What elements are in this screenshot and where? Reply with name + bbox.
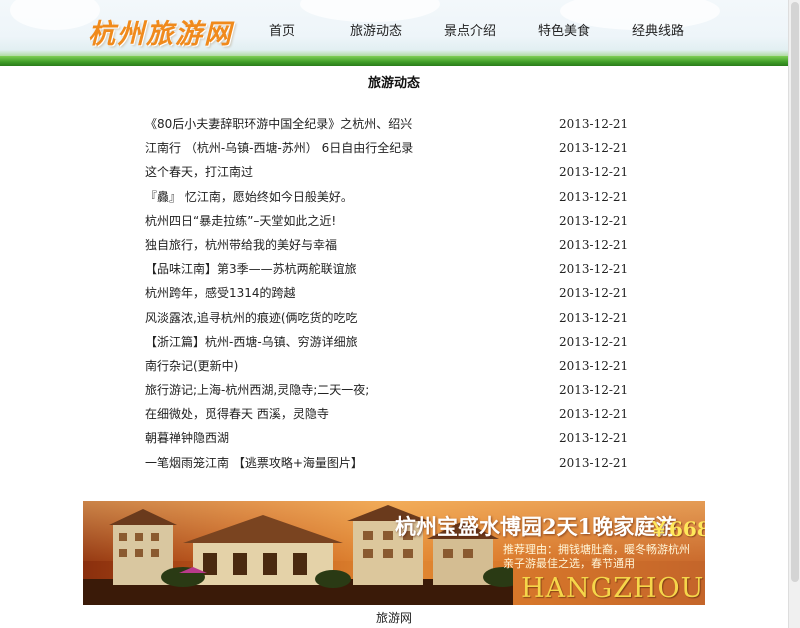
- list-item: 南行杂记(更新中) 2013-12-21: [145, 354, 629, 378]
- news-date: 2013-12-21: [559, 358, 629, 373]
- nav-item-home[interactable]: 首页: [235, 20, 329, 44]
- news-list: 《80后小夫妻辞职环游中国全纪录》之杭州、绍兴 2013-12-21 江南行 （…: [145, 112, 629, 475]
- nav-green-band: [0, 56, 788, 66]
- main-nav: 首页 旅游动态 景点介绍 特色美食 经典线路: [235, 20, 705, 44]
- scrollbar-thumb[interactable]: [791, 2, 799, 582]
- news-title-link[interactable]: 『灥』 忆江南，愿始终如今日般美好。: [145, 185, 545, 209]
- news-title-link[interactable]: 南行杂记(更新中): [145, 354, 545, 378]
- nav-item-attractions[interactable]: 景点介绍: [423, 20, 517, 44]
- banner-city-text: HANGZHOU: [521, 573, 705, 604]
- news-date: 2013-12-21: [559, 407, 629, 422]
- nav-item-travel-news[interactable]: 旅游动态: [329, 20, 423, 44]
- list-item: 【品味江南】第3季——苏杭两舵联谊旅 2013-12-21: [145, 257, 629, 281]
- list-item: 独自旅行，杭州带给我的美好与幸福 2013-12-21: [145, 233, 629, 257]
- news-date: 2013-12-21: [559, 117, 629, 131]
- news-title-link[interactable]: 朝暮禅钟隐西湖: [145, 426, 545, 450]
- vertical-scrollbar[interactable]: [788, 0, 800, 628]
- news-title-link[interactable]: 【浙江篇】杭州-西塘-乌镇、穷游详细旅: [145, 330, 545, 354]
- news-title-link[interactable]: 江南行 （杭州-乌镇-西塘-苏州） 6日自由行全纪录: [145, 136, 545, 160]
- cloud-decoration: [10, 0, 100, 30]
- site-header: 杭州旅游网 首页 旅游动态 景点介绍 特色美食 经典线路: [0, 0, 788, 66]
- news-title-link[interactable]: 在细微处，觅得春天 西溪，灵隐寺: [145, 402, 545, 426]
- news-title-link[interactable]: 杭州跨年，感受1314的跨越: [145, 281, 545, 305]
- site-footer: 旅游网: [375, 611, 412, 625]
- nav-item-food[interactable]: 特色美食: [517, 20, 611, 44]
- list-item: 一笔烟雨笼江南 【逃票攻略+海量图片】 2013-12-21: [145, 451, 629, 475]
- list-item: 这个春天，打江南过 2013-12-21: [145, 160, 629, 184]
- cloud-decoration: [300, 0, 440, 22]
- nav-item-routes[interactable]: 经典线路: [611, 20, 705, 44]
- news-title-link[interactable]: 一笔烟雨笼江南 【逃票攻略+海量图片】: [145, 451, 545, 475]
- news-title-link[interactable]: 杭州四日“暴走拉练”–天堂如此之近!: [145, 209, 545, 233]
- list-item: 朝暮禅钟隐西湖 2013-12-21: [145, 426, 629, 450]
- list-item: 杭州跨年，感受1314的跨越 2013-12-21: [145, 281, 629, 305]
- news-date: 2013-12-21: [559, 165, 629, 180]
- news-date: 2013-12-21: [559, 237, 629, 252]
- banner-reason-line2: 亲子游最佳之选，春节通用: [503, 557, 635, 570]
- list-item: 《80后小夫妻辞职环游中国全纪录》之杭州、绍兴 2013-12-21: [145, 112, 629, 136]
- banner-headline: 杭州宝盛水博园2天1晚家庭游: [395, 514, 677, 539]
- news-date: 2013-12-21: [559, 455, 629, 470]
- news-title-link[interactable]: 《80后小夫妻辞职环游中国全纪录》之杭州、绍兴: [145, 112, 545, 136]
- news-date: 2013-12-21: [559, 141, 629, 156]
- news-date: 2013-12-21: [559, 189, 629, 204]
- news-date: 2013-12-21: [559, 286, 629, 301]
- news-title-link[interactable]: 独自旅行，杭州带给我的美好与幸福: [145, 233, 545, 257]
- list-item: 『灥』 忆江南，愿始终如今日般美好。 2013-12-21: [145, 185, 629, 209]
- page: 杭州旅游网 首页 旅游动态 景点介绍 特色美食 经典线路 旅游动态 《80后小夫…: [0, 0, 788, 628]
- news-title-link[interactable]: 这个春天，打江南过: [145, 160, 545, 184]
- news-date: 2013-12-21: [559, 334, 629, 349]
- news-title-link[interactable]: 旅行游记;上海-杭州西湖,灵隐寺;二天一夜;: [145, 378, 545, 402]
- list-item: 旅行游记;上海-杭州西湖,灵隐寺;二天一夜; 2013-12-21: [145, 378, 629, 402]
- banner-reason-line1: 推荐理由：拥钱塘肚裔，暖冬畅游杭州: [503, 543, 690, 556]
- promo-banner[interactable]: 杭州宝盛水博园2天1晚家庭游 ￥668 推荐理由：拥钱塘肚裔，暖冬畅游杭州 亲子…: [83, 501, 705, 605]
- news-date: 2013-12-21: [559, 310, 629, 325]
- news-date: 2013-12-21: [559, 213, 629, 228]
- list-item: 在细微处，觅得春天 西溪，灵隐寺 2013-12-21: [145, 402, 629, 426]
- list-item: 风淡露浓,追寻杭州的痕迹(俩吃货的吃吃 2013-12-21: [145, 306, 629, 330]
- news-title-link[interactable]: 【品味江南】第3季——苏杭两舵联谊旅: [145, 257, 545, 281]
- page-title: 旅游动态: [367, 76, 420, 91]
- news-title-link[interactable]: 风淡露浓,追寻杭州的痕迹(俩吃货的吃吃: [145, 306, 545, 330]
- news-date: 2013-12-21: [559, 431, 629, 446]
- list-item: 江南行 （杭州-乌镇-西塘-苏州） 6日自由行全纪录 2013-12-21: [145, 136, 629, 160]
- news-date: 2013-12-21: [559, 383, 629, 398]
- list-item: 【浙江篇】杭州-西塘-乌镇、穷游详细旅 2013-12-21: [145, 330, 629, 354]
- site-logo[interactable]: 杭州旅游网: [88, 12, 233, 50]
- banner-price: ￥668: [649, 517, 705, 541]
- news-date: 2013-12-21: [559, 262, 629, 277]
- list-item: 杭州四日“暴走拉练”–天堂如此之近! 2013-12-21: [145, 209, 629, 233]
